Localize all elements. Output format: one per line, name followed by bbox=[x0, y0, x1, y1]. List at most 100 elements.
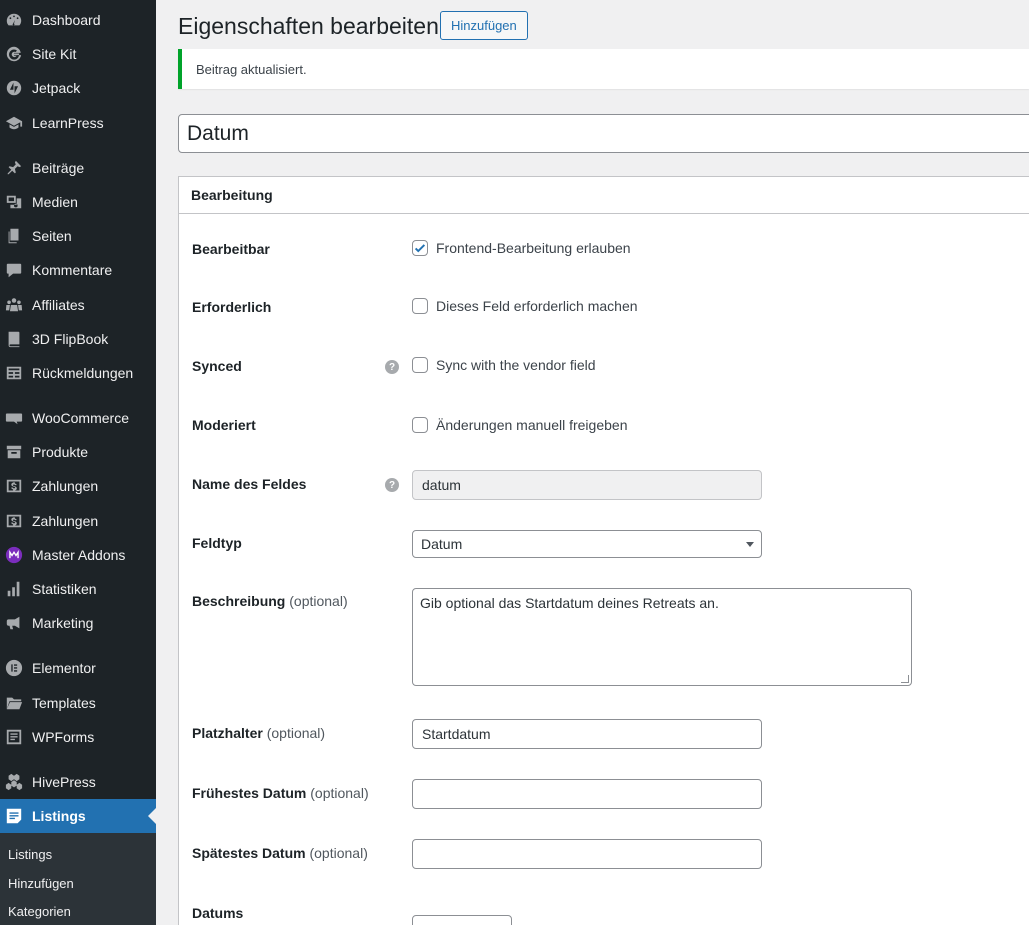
optional-hint: (optional) bbox=[310, 785, 369, 801]
required-checkbox[interactable] bbox=[412, 298, 428, 314]
required-checkbox-label: Dieses Feld erforderlich machen bbox=[436, 298, 638, 314]
moderated-checkbox-label: Änderungen manuell freigeben bbox=[436, 417, 628, 433]
add-new-button[interactable]: Hinzufügen bbox=[440, 11, 528, 40]
field-type-label: Feldtyp bbox=[192, 535, 242, 551]
master-addons-icon bbox=[5, 546, 23, 564]
dollar-icon bbox=[5, 512, 23, 530]
menu-label: Zahlungen bbox=[32, 513, 99, 529]
menu-wpforms[interactable]: WPForms bbox=[0, 720, 156, 754]
menu-label: WooCommerce bbox=[32, 410, 129, 426]
date-format-label: Datums bbox=[192, 905, 244, 921]
menu-master-addons[interactable]: Master Addons bbox=[0, 538, 156, 572]
editable-checkbox[interactable] bbox=[412, 240, 428, 256]
menu-listings[interactable]: Listings bbox=[0, 799, 156, 833]
pages-icon bbox=[5, 227, 23, 245]
field-name-input[interactable]: datum bbox=[412, 470, 762, 500]
woocommerce-icon bbox=[5, 409, 23, 427]
menu-label: Rückmeldungen bbox=[32, 365, 134, 381]
moderated-option[interactable]: Änderungen manuell freigeben bbox=[412, 417, 627, 433]
menu-label: Elementor bbox=[32, 660, 96, 676]
settings-postbox: Bearbeitung Bearbeitbar Frontend-Bearbei… bbox=[178, 176, 1029, 925]
menu-label: WPForms bbox=[32, 729, 95, 745]
comment-icon bbox=[5, 261, 23, 279]
elementor-icon bbox=[5, 659, 23, 677]
menu-jetpack[interactable]: Jetpack bbox=[0, 71, 156, 105]
placeholder-label: Platzhalter (optional) bbox=[192, 725, 325, 741]
menu-produkte[interactable]: Produkte bbox=[0, 435, 156, 469]
menu-medien[interactable]: Medien bbox=[0, 185, 156, 219]
menu-hivepress[interactable]: HivePress bbox=[0, 765, 156, 799]
editable-option[interactable]: Frontend-Bearbeitung erlauben bbox=[412, 240, 631, 256]
archive-icon bbox=[5, 443, 23, 461]
menu-label: Templates bbox=[32, 695, 96, 711]
menu-label: Site Kit bbox=[32, 46, 77, 62]
listings-icon bbox=[5, 807, 23, 825]
menu-dashboard[interactable]: Dashboard bbox=[0, 3, 156, 37]
menu-kommentare[interactable]: Kommentare bbox=[0, 253, 156, 287]
menu-label: Marketing bbox=[32, 615, 94, 631]
synced-option[interactable]: Sync with the vendor field bbox=[412, 357, 596, 373]
postbox-title: Bearbeitung bbox=[179, 177, 1029, 214]
help-icon[interactable]: ? bbox=[385, 478, 399, 492]
description-label: Beschreibung (optional) bbox=[192, 593, 348, 609]
menu-site-kit[interactable]: Site Kit bbox=[0, 37, 156, 71]
jetpack-icon bbox=[5, 79, 23, 97]
max-date-input[interactable] bbox=[412, 839, 762, 869]
forms-icon bbox=[5, 728, 23, 746]
menu-label: Jetpack bbox=[32, 80, 81, 96]
placeholder-input[interactable]: Startdatum bbox=[412, 719, 762, 749]
help-icon[interactable]: ? bbox=[385, 360, 399, 374]
field-type-value: Datum bbox=[421, 536, 463, 552]
menu-affiliates[interactable]: Affiliates bbox=[0, 288, 156, 322]
post-title-input[interactable]: Datum bbox=[178, 114, 1029, 153]
submenu-item-add[interactable]: Hinzufügen bbox=[8, 876, 74, 891]
hive-icon bbox=[5, 773, 23, 791]
menu-zahlungen-1[interactable]: Zahlungen bbox=[0, 469, 156, 503]
menu-beitraege[interactable]: Beiträge bbox=[0, 151, 156, 185]
max-date-label-text: Spätestes Datum bbox=[192, 845, 306, 861]
menu-label: Beiträge bbox=[32, 160, 85, 176]
description-label-text: Beschreibung bbox=[192, 593, 286, 609]
field-type-select[interactable]: Datum bbox=[412, 530, 762, 558]
menu-zahlungen-2[interactable]: Zahlungen bbox=[0, 504, 156, 538]
checkmark-icon bbox=[414, 244, 426, 253]
menu-label: LearnPress bbox=[32, 115, 104, 131]
folder-icon bbox=[5, 694, 23, 712]
admin-sidebar: Dashboard Site Kit Jetpack LearnPress Be… bbox=[0, 0, 156, 925]
dashboard-icon bbox=[5, 11, 23, 29]
menu-label: 3D FlipBook bbox=[32, 331, 109, 347]
google-g-icon bbox=[5, 45, 23, 63]
chevron-down-icon bbox=[746, 542, 754, 547]
min-date-input[interactable] bbox=[412, 779, 762, 809]
submenu-item-listings[interactable]: Listings bbox=[8, 847, 52, 862]
required-option[interactable]: Dieses Feld erforderlich machen bbox=[412, 298, 638, 314]
menu-rueckmeldungen[interactable]: Rückmeldungen bbox=[0, 356, 156, 390]
description-value: Gib optional das Startdatum deines Retre… bbox=[420, 595, 719, 611]
min-date-label: Frühestes Datum (optional) bbox=[192, 785, 369, 801]
description-textarea[interactable]: Gib optional das Startdatum deines Retre… bbox=[412, 588, 912, 686]
main-content: Eigenschaften bearbeiten Hinzufügen Beit… bbox=[156, 0, 1029, 925]
menu-templates[interactable]: Templates bbox=[0, 686, 156, 720]
submenu-item-categories[interactable]: Kategorien bbox=[8, 904, 71, 919]
menu-3d-flipbook[interactable]: 3D FlipBook bbox=[0, 322, 156, 356]
media-icon bbox=[5, 193, 23, 211]
groups-icon bbox=[5, 296, 23, 314]
menu-label: Medien bbox=[32, 194, 78, 210]
bar-chart-icon bbox=[5, 580, 23, 598]
menu-statistiken[interactable]: Statistiken bbox=[0, 572, 156, 606]
menu-elementor[interactable]: Elementor bbox=[0, 651, 156, 685]
date-format-input[interactable] bbox=[412, 915, 512, 925]
menu-woocommerce[interactable]: WooCommerce bbox=[0, 401, 156, 435]
menu-marketing[interactable]: Marketing bbox=[0, 606, 156, 640]
listings-submenu: Listings Hinzufügen Kategorien bbox=[0, 833, 156, 925]
synced-checkbox[interactable] bbox=[412, 357, 428, 373]
min-date-label-text: Frühestes Datum bbox=[192, 785, 307, 801]
notice-text: Beitrag aktualisiert. bbox=[196, 61, 307, 77]
moderated-checkbox[interactable] bbox=[412, 417, 428, 433]
book-icon bbox=[5, 330, 23, 348]
dollar-icon bbox=[5, 477, 23, 495]
menu-seiten[interactable]: Seiten bbox=[0, 219, 156, 253]
resize-handle[interactable] bbox=[901, 675, 909, 683]
menu-learnpress[interactable]: LearnPress bbox=[0, 106, 156, 140]
max-date-label: Spätestes Datum (optional) bbox=[192, 845, 368, 861]
